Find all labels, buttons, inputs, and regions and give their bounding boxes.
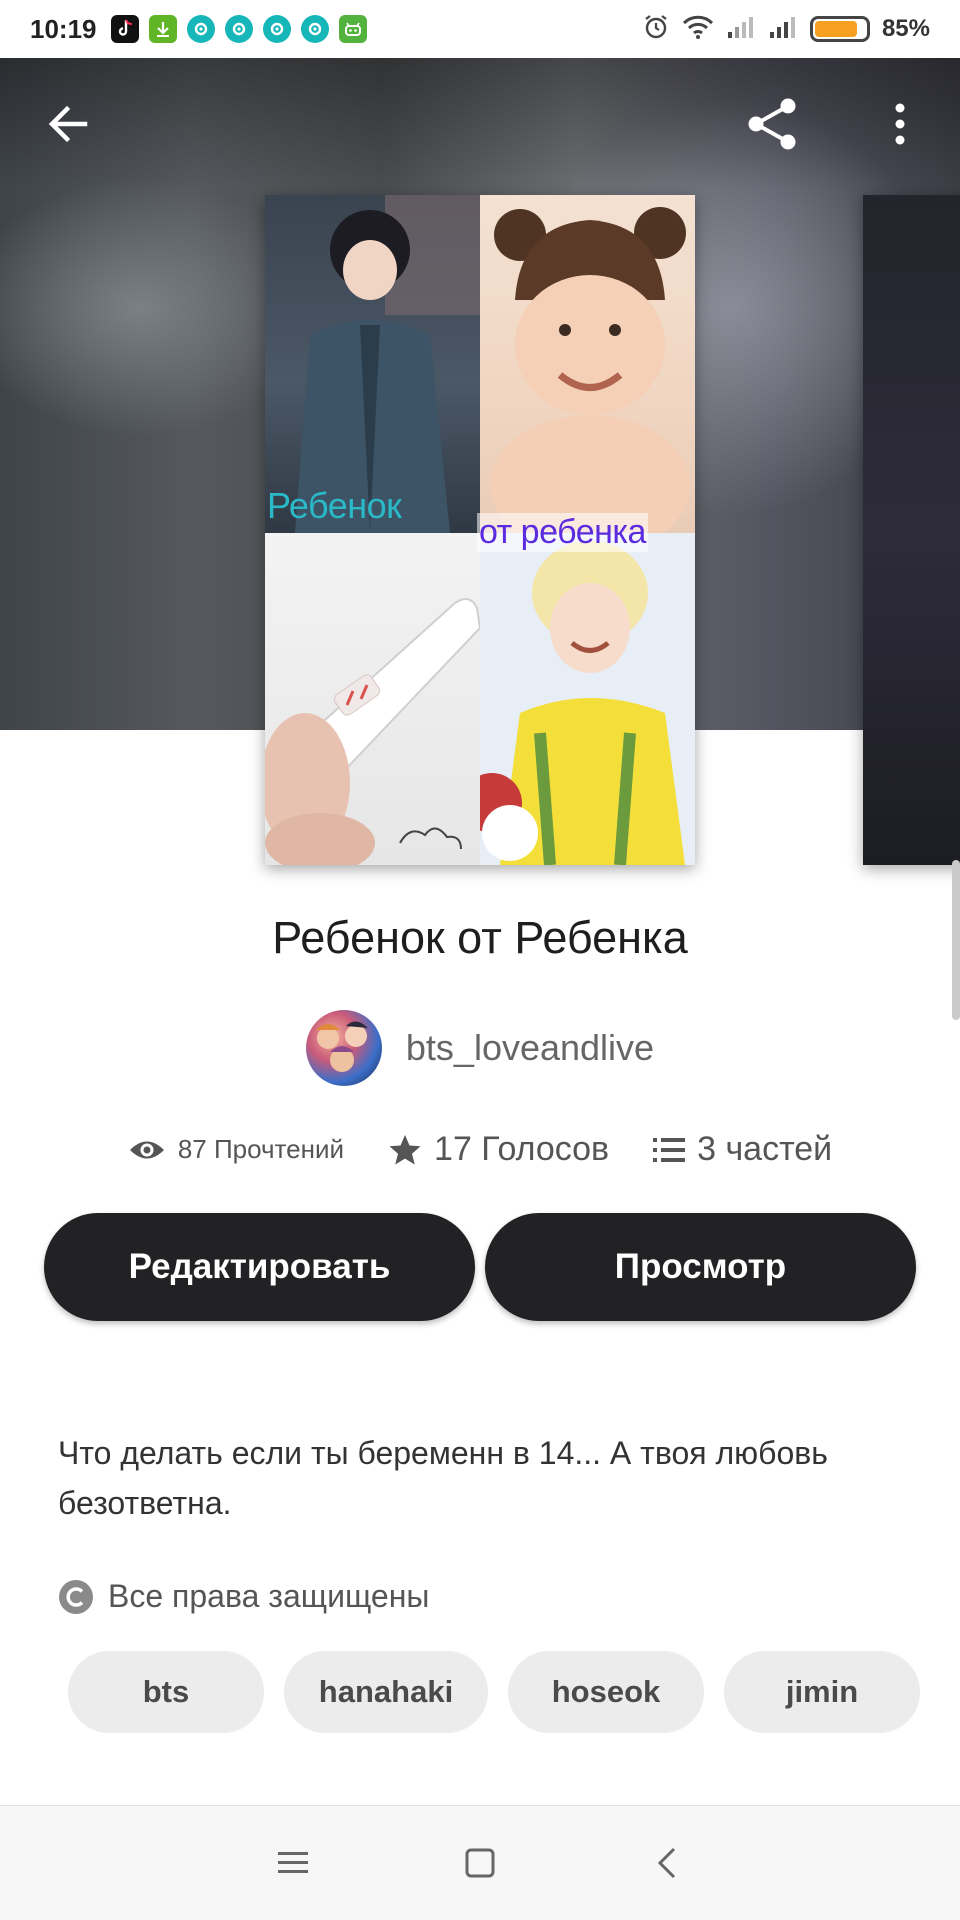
story-cover[interactable]: Ребенок от ребенка xyxy=(265,195,695,865)
next-story-cover[interactable] xyxy=(863,195,960,865)
app-icon xyxy=(186,15,215,43)
battery-icon xyxy=(809,16,870,42)
tag-chip[interactable]: hanahaki xyxy=(284,1651,488,1733)
cover-smiling-illustration xyxy=(480,533,695,865)
reads-stat: 87 Прочтений xyxy=(128,1134,344,1165)
cover-caption: от ребенка xyxy=(477,513,648,552)
cover-baby-illustration xyxy=(490,207,690,533)
author-row[interactable]: bts_loveandlive xyxy=(0,1010,960,1086)
menu-button[interactable] xyxy=(263,1833,323,1893)
more-vertical-icon xyxy=(895,103,905,145)
back-arrow-icon xyxy=(48,105,88,143)
action-buttons: Редактировать Просмотр xyxy=(44,1213,916,1321)
copyright-row: Все права защищены xyxy=(58,1578,429,1615)
app-icon xyxy=(300,15,329,43)
reads-count: 87 Прочтений xyxy=(177,1134,345,1164)
android-icon xyxy=(338,15,367,43)
view-button[interactable]: Просмотр xyxy=(485,1213,916,1321)
more-button[interactable] xyxy=(868,92,932,156)
votes-count: 17 Голосов xyxy=(434,1130,610,1168)
tag-chip[interactable]: jimin xyxy=(724,1651,920,1733)
cover-photo-test xyxy=(265,533,480,865)
edit-button[interactable]: Редактировать xyxy=(44,1213,475,1321)
status-time: 10:19 xyxy=(30,13,97,44)
share-icon xyxy=(748,98,796,150)
parts-count: 3 частей xyxy=(697,1130,833,1168)
chevron-left-icon xyxy=(657,1847,675,1879)
status-bar: 10:19 85% xyxy=(0,0,960,58)
app-icon xyxy=(262,15,291,43)
story-description: Что делать если ты беременн в 14... А тв… xyxy=(58,1435,828,1521)
signal-icon xyxy=(768,15,798,44)
back-button[interactable] xyxy=(36,92,100,156)
system-status: 85% xyxy=(642,13,930,46)
top-shade xyxy=(0,58,960,188)
cover-photo-person: Ребенок xyxy=(265,195,480,533)
app-icon xyxy=(224,15,253,43)
cover-caption: Ребенок xyxy=(267,485,402,526)
menu-icon xyxy=(278,1852,309,1873)
star-icon xyxy=(389,1134,421,1164)
avatar[interactable] xyxy=(305,1010,382,1086)
cover-person-illustration xyxy=(295,195,480,533)
cover-photo-baby xyxy=(480,195,695,533)
share-button[interactable] xyxy=(740,92,804,156)
notification-icons xyxy=(110,15,367,43)
tag-list: bts hanahaki hoseok jimin xyxy=(68,1651,920,1733)
tag-chip[interactable]: bts xyxy=(68,1651,264,1733)
battery-level xyxy=(814,21,858,37)
list-icon xyxy=(653,1137,686,1162)
back-nav-button[interactable] xyxy=(637,1833,697,1893)
story-title: Ребенок от Ребенка xyxy=(272,912,688,963)
system-nav-bar xyxy=(0,1805,960,1920)
signal-icon xyxy=(726,15,756,44)
parts-stat: 3 частей xyxy=(653,1130,832,1169)
tiktok-icon xyxy=(110,15,139,43)
author-name[interactable]: bts_loveandlive xyxy=(406,1027,654,1069)
home-button[interactable] xyxy=(450,1833,510,1893)
story-details-screen: 10:19 85% Ребенок от ребенка Ребенок от … xyxy=(0,0,960,1920)
eye-icon xyxy=(129,1141,164,1158)
alarm-icon xyxy=(642,13,670,46)
download-icon xyxy=(148,15,177,43)
avatar-image xyxy=(315,1021,368,1072)
cover-test-illustration xyxy=(265,598,480,865)
copyright-icon xyxy=(59,1579,93,1614)
wifi-icon xyxy=(682,14,714,45)
copyright-text: Все права защищены xyxy=(108,1578,430,1614)
home-square-icon xyxy=(465,1848,495,1878)
story-stats: 87 Прочтений 17 Голосов 3 частей xyxy=(0,1130,960,1169)
tag-chip[interactable]: hoseok xyxy=(508,1651,704,1733)
battery-percent: 85% xyxy=(881,15,930,42)
cover-photo-smiling xyxy=(480,533,695,865)
votes-stat: 17 Голосов xyxy=(388,1130,609,1169)
